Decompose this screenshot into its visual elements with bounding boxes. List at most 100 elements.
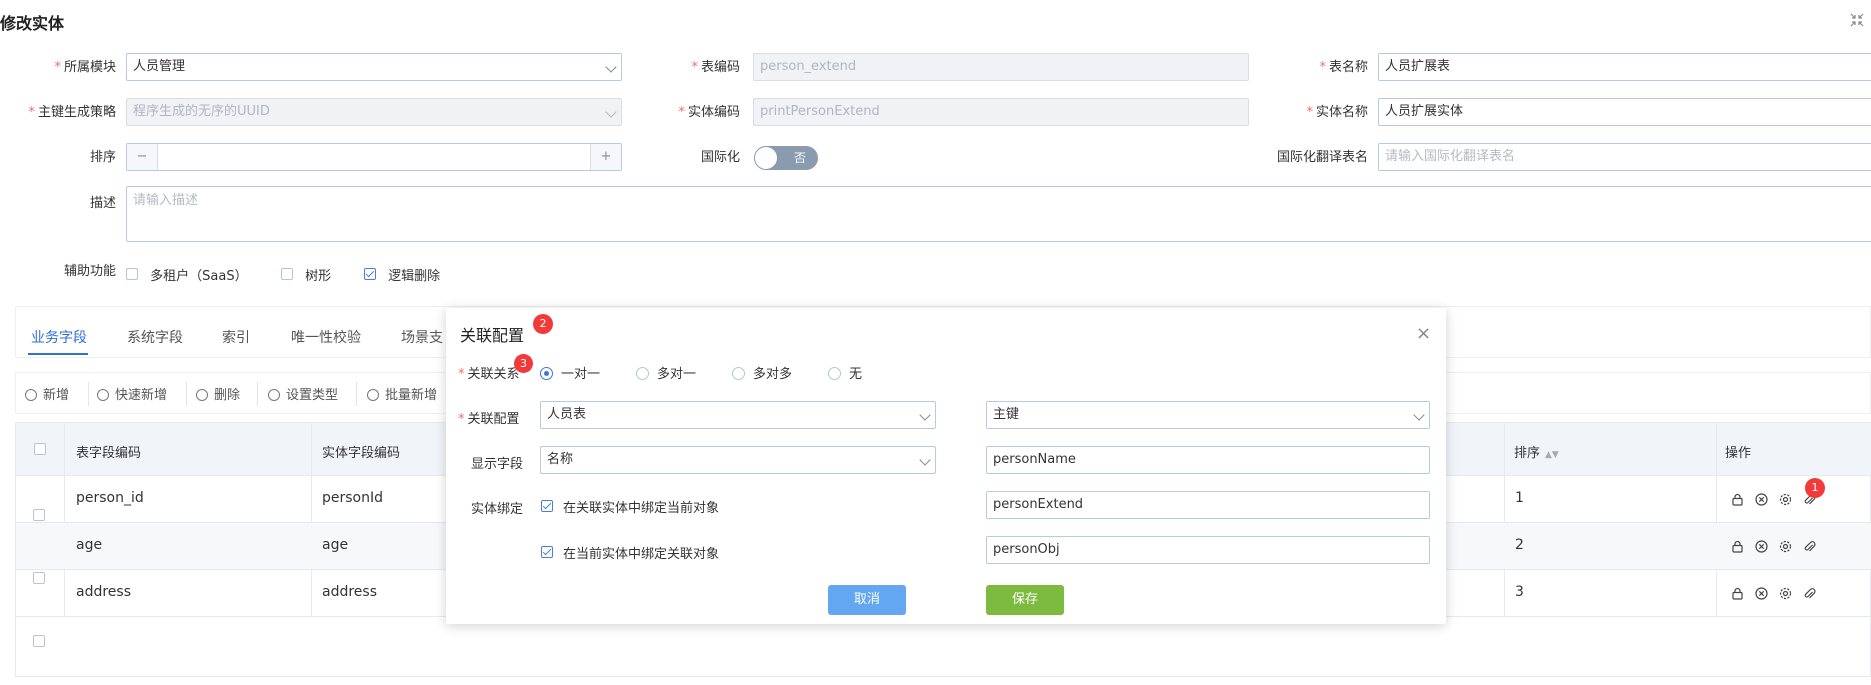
bind-related-option[interactable]: 在当前实体中绑定关联对象	[541, 543, 719, 562]
quick-add-button[interactable]: 快速新增	[97, 384, 167, 403]
add-button[interactable]: 新增	[25, 384, 69, 403]
description-label: 描述	[89, 196, 116, 211]
active-tab-indicator	[28, 353, 88, 355]
table-code-label: * 表编码	[691, 60, 740, 75]
dialog-title: 关联配置	[460, 326, 525, 345]
module-select[interactable]: 人员管理	[126, 53, 622, 81]
i18n-toggle[interactable]: 否	[754, 146, 818, 170]
table-row[interactable]: person_id personId 1	[0, 16, 1871, 521]
description-textarea[interactable]: 请输入描述	[126, 186, 1871, 242]
radio-button[interactable]	[540, 367, 553, 380]
radio-button[interactable]	[732, 367, 745, 380]
plus-circle-icon	[367, 389, 379, 401]
bind-current-input[interactable]: personExtend	[986, 491, 1430, 519]
lock-icon[interactable]	[1731, 493, 1744, 510]
cancel-button[interactable]: 取消	[828, 585, 906, 615]
gear-icon[interactable]	[1779, 540, 1792, 557]
binding-label: 实体绑定	[471, 502, 524, 517]
title-badge: 2	[533, 314, 553, 334]
divider	[1504, 423, 1505, 617]
radio-button[interactable]	[636, 367, 649, 380]
sort-icon[interactable]: ▲▼	[1545, 450, 1559, 460]
tab-scenario[interactable]: 场景支	[401, 327, 443, 347]
checkbox-checked[interactable]	[541, 546, 553, 558]
related-entity-select[interactable]: 人员表	[540, 401, 936, 429]
save-button[interactable]: 保存	[986, 585, 1064, 615]
tab-index[interactable]: 索引	[222, 327, 250, 347]
aux-option-saas[interactable]: 多租户（SaaS）	[126, 265, 248, 284]
i18n-label: 国际化	[700, 150, 740, 165]
cell-table-field-code: age	[76, 537, 103, 553]
header-sort[interactable]: 排序 ▲▼	[1514, 442, 1559, 461]
radio-button[interactable]	[828, 367, 841, 380]
row-checkbox[interactable]	[33, 509, 45, 521]
increment-button[interactable]: +	[590, 144, 621, 170]
delete-circle-icon[interactable]	[1755, 540, 1768, 557]
toggle-text: 否	[794, 151, 807, 165]
table-name-label: * 表名称	[1319, 60, 1368, 75]
radio-one-to-one[interactable]: 一对一	[540, 363, 600, 382]
header-actions: 操作	[1725, 446, 1752, 461]
select-all-checkbox[interactable]	[34, 443, 46, 455]
checkbox[interactable]	[281, 268, 293, 280]
aux-label: 辅助功能	[63, 264, 116, 279]
display-field-select[interactable]: 名称	[540, 446, 936, 474]
delete-circle-icon[interactable]	[1755, 493, 1768, 510]
header-entity-field-code: 实体字段编码	[322, 446, 401, 461]
table-code-field: person_extend	[753, 53, 1249, 81]
radio-many-to-one[interactable]: 多对一	[636, 363, 696, 382]
table-row[interactable]: age age 2	[0, 32, 1871, 584]
delete-button[interactable]: 删除	[196, 384, 240, 403]
related-key-select[interactable]: 主键	[986, 401, 1430, 429]
delete-circle-icon[interactable]	[1755, 587, 1768, 604]
checkbox[interactable]	[126, 268, 138, 280]
set-type-button[interactable]: 设置类型	[268, 384, 338, 403]
radio-none[interactable]: 无	[828, 363, 862, 382]
cell-sort: 3	[1515, 584, 1524, 600]
table-name-field[interactable]: 人员扩展表	[1378, 53, 1871, 81]
attachment-icon[interactable]	[1803, 587, 1816, 604]
row-checkbox[interactable]	[33, 635, 45, 647]
sort-stepper[interactable]: − +	[126, 143, 622, 171]
collapse-icon[interactable]	[1849, 12, 1865, 28]
i18n-table-field[interactable]: 请输入国际化翻译表名	[1378, 143, 1871, 171]
plus-circle-icon	[25, 389, 37, 401]
cell-sort: 1	[1515, 490, 1524, 506]
divider	[186, 382, 187, 406]
bind-related-input[interactable]: personObj	[986, 536, 1430, 564]
header-table-field-code: 表字段编码	[76, 446, 142, 461]
cell-entity-field-code: age	[322, 537, 349, 553]
tab-unique-check[interactable]: 唯一性校验	[291, 327, 361, 347]
gear-icon[interactable]	[1779, 587, 1792, 604]
aux-option-tree[interactable]: 树形	[281, 265, 331, 284]
aux-option-logic-delete[interactable]: 逻辑删除	[364, 265, 440, 284]
entity-code-label: * 实体编码	[678, 105, 740, 120]
step-badge: 3	[514, 354, 533, 373]
display-label: 显示字段	[471, 457, 524, 472]
checkbox-checked[interactable]	[364, 268, 376, 280]
tab-system-fields[interactable]: 系统字段	[127, 327, 183, 347]
row-checkbox[interactable]	[33, 572, 45, 584]
checkbox-checked[interactable]	[541, 500, 553, 512]
radio-many-to-many[interactable]: 多对多	[732, 363, 792, 382]
batch-add-button[interactable]: 批量新增	[367, 384, 437, 403]
close-icon[interactable]: ×	[1416, 323, 1431, 344]
pk-strategy-select: 程序生成的无序的UUID	[126, 98, 622, 126]
bind-current-option[interactable]: 在关联实体中绑定当前对象	[541, 497, 719, 516]
gear-icon	[268, 389, 280, 401]
entity-name-field[interactable]: 人员扩展实体	[1378, 98, 1871, 126]
divider	[311, 423, 312, 617]
lock-icon[interactable]	[1731, 587, 1744, 604]
divider	[1716, 423, 1717, 617]
lock-icon[interactable]	[1731, 540, 1744, 557]
sort-label: 排序	[89, 150, 116, 165]
plus-circle-icon	[97, 389, 109, 401]
decrement-button[interactable]: −	[127, 144, 158, 170]
display-field-input[interactable]: personName	[986, 446, 1430, 474]
tab-business-fields[interactable]: 业务字段	[31, 327, 87, 347]
divider	[356, 382, 357, 406]
gear-icon[interactable]	[1779, 493, 1792, 510]
toggle-knob	[755, 147, 777, 169]
cell-entity-field-code: personId	[322, 490, 384, 506]
attachment-icon[interactable]	[1803, 540, 1816, 557]
